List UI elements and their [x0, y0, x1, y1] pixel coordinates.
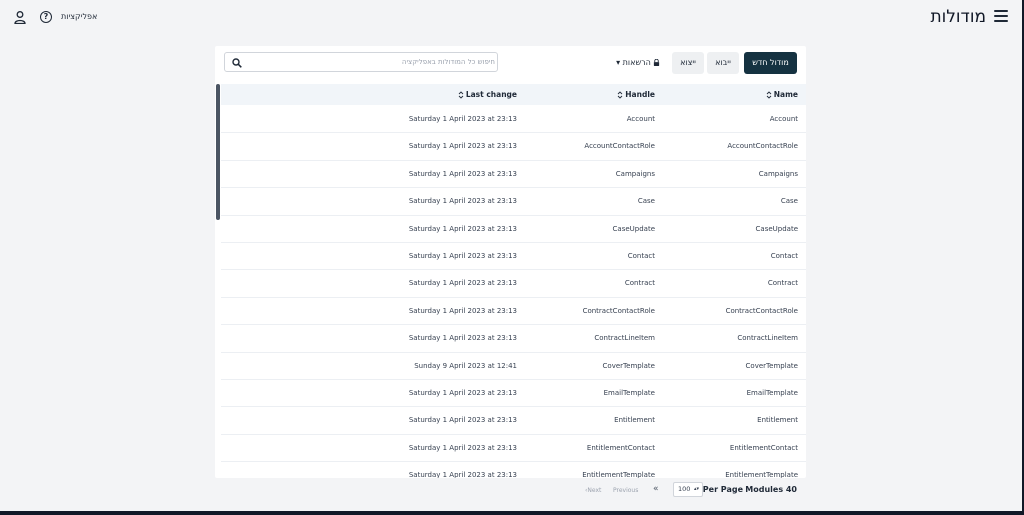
scrollbar-thumb[interactable]: [216, 84, 220, 220]
table-row[interactable]: CoverTemplate CoverTemplate Sunday 9 April…: [221, 353, 806, 380]
previous-page-button[interactable]: Previous: [613, 487, 638, 494]
cell-last-change: Saturday 1 April 2023 at 23:13: [408, 169, 517, 178]
cell-last-change: Saturday 1 April 2023 at 23:13: [408, 197, 517, 206]
table-row[interactable]: Contact Contact Saturday 1 April 2023 at 2…: [221, 243, 806, 271]
column-header-name[interactable]: Name: [766, 90, 798, 99]
cell-name: ContractLineItem: [737, 334, 798, 343]
page-title: מודולות: [930, 7, 986, 27]
cell-last-change: Saturday 1 April 2023 at 23:13: [408, 388, 517, 397]
next-page-button[interactable]: ‹Next: [585, 487, 601, 494]
cell-handle: EntitlementContact: [586, 443, 655, 452]
column-header-last-change[interactable]: Last change: [458, 90, 517, 99]
pagination-footer: Modules 40 Per Page 100 ▴▾ « Previous ‹N…: [215, 480, 806, 500]
cell-handle: ContractLineItem: [594, 334, 655, 343]
cell-handle: EntitlementTemplate: [582, 471, 655, 478]
cell-last-change: Saturday 1 April 2023 at 23:13: [408, 334, 517, 343]
cell-handle: Contact: [627, 251, 655, 260]
search-box[interactable]: [224, 52, 498, 72]
cell-last-change: Saturday 1 April 2023 at 23:13: [408, 443, 517, 452]
sort-icon: [458, 91, 464, 99]
cell-name: EntitlementTemplate: [725, 471, 798, 478]
import-button[interactable]: ייבוא: [707, 52, 739, 74]
select-caret-icon: ▴▾: [693, 486, 699, 492]
search-icon: [232, 58, 242, 68]
cell-handle: ContractContactRole: [582, 306, 655, 315]
cell-handle: Entitlement: [614, 416, 655, 425]
cell-last-change: Saturday 1 April 2023 at 23:13: [408, 251, 517, 260]
table-row[interactable]: Campaigns Campaigns Saturday 1 April 2023 …: [221, 161, 806, 189]
table-header: Name Handle Last change: [221, 84, 806, 105]
table-row[interactable]: AccountContactRole AccountContactRole Satu…: [221, 133, 806, 161]
cell-last-change: Saturday 1 April 2023 at 23:13: [408, 224, 517, 233]
cell-handle: Campaigns: [615, 169, 655, 178]
search-input[interactable]: [247, 54, 495, 70]
cell-last-change: Saturday 1 April 2023 at 23:13: [408, 471, 517, 478]
export-button[interactable]: ייצוא: [672, 52, 704, 74]
user-icon[interactable]: [14, 11, 26, 24]
table-body: Account Account Saturday 1 April 2023 at 2…: [221, 106, 806, 478]
column-header-last-change-label: Last change: [465, 90, 517, 99]
new-module-button[interactable]: מודול חדש: [744, 52, 797, 74]
per-page-value: 100: [678, 485, 691, 493]
cell-last-change: Saturday 1 April 2023 at 23:13: [408, 279, 517, 288]
table-row[interactable]: CaseUpdate CaseUpdate Saturday 1 April 202…: [221, 216, 806, 243]
cell-last-change: Saturday 1 April 2023 at 23:13: [408, 115, 517, 123]
cell-name: Entitlement: [757, 416, 798, 425]
table-row[interactable]: Case Case Saturday 1 April 2023 at 23:13: [221, 188, 806, 216]
sort-icon: [617, 91, 623, 99]
cell-name: CoverTemplate: [745, 361, 798, 370]
cell-handle: CoverTemplate: [602, 361, 655, 370]
cell-name: EntitlementContact: [729, 443, 798, 452]
cell-name: Account: [769, 115, 798, 123]
table-row[interactable]: EntitlementTemplate EntitlementTemplate Sa…: [221, 462, 806, 478]
table-row[interactable]: ContractLineItem ContractLineItem Saturday…: [221, 325, 806, 353]
cell-name: EmailTemplate: [746, 388, 798, 397]
cell-name: Campaigns: [758, 169, 798, 178]
cell-name: Contract: [767, 279, 798, 288]
column-header-name-label: Name: [773, 90, 798, 99]
cell-name: ContractContactRole: [725, 306, 798, 315]
cell-name: AccountContactRole: [727, 142, 798, 151]
table-row[interactable]: Account Account Saturday 1 April 2023 at 2…: [221, 106, 806, 134]
permissions-label: הרשאות ▾: [616, 58, 651, 67]
cell-handle: CaseUpdate: [612, 224, 655, 233]
toolbar: הרשאות ▾ ייצוא ייבוא מודול חדש: [215, 46, 806, 84]
hamburger-menu-icon[interactable]: [994, 10, 1008, 22]
question-circle-icon[interactable]: ?: [40, 11, 52, 23]
table-row[interactable]: EmailTemplate EmailTemplate Saturday 1 Apr…: [221, 380, 806, 408]
lock-icon: [653, 59, 659, 66]
first-page-button[interactable]: «: [653, 484, 659, 494]
table-row[interactable]: ContractContactRole ContractContactRole Sa…: [221, 298, 806, 326]
cell-handle: EmailTemplate: [603, 388, 655, 397]
cell-last-change: Sunday 9 April 2023 at 12:41: [414, 361, 517, 370]
per-page-label: Per Page: [702, 485, 743, 494]
permissions-button[interactable]: הרשאות ▾: [610, 52, 666, 74]
cell-last-change: Saturday 1 April 2023 at 23:13: [408, 142, 517, 151]
top-bar: מודולות ? אפליקציות: [0, 0, 1022, 36]
sort-icon: [766, 91, 772, 99]
table-row[interactable]: EntitlementContact EntitlementContact Satu…: [221, 435, 806, 463]
cell-handle: Contract: [624, 279, 655, 288]
table-row[interactable]: Entitlement Entitlement Saturday 1 April 2…: [221, 407, 806, 435]
cell-last-change: Saturday 1 April 2023 at 23:13: [408, 416, 517, 425]
cell-handle: AccountContactRole: [584, 142, 655, 151]
cell-name: Case: [780, 197, 798, 206]
cell-handle: Account: [626, 115, 655, 123]
cell-handle: Case: [637, 197, 655, 206]
modules-panel: הרשאות ▾ ייצוא ייבוא מודול חדש Name Hand…: [215, 46, 806, 478]
per-page-select[interactable]: 100 ▴▾: [673, 482, 703, 497]
column-header-handle-label: Handle: [625, 90, 655, 99]
cell-last-change: Saturday 1 April 2023 at 23:13: [408, 306, 517, 315]
modules-count: Modules 40: [745, 485, 797, 494]
cell-name: Contact: [770, 251, 798, 260]
column-header-handle[interactable]: Handle: [617, 90, 655, 99]
cell-name: CaseUpdate: [755, 224, 798, 233]
window-edge-bottom: [0, 511, 1024, 515]
table-row[interactable]: Contract Contract Saturday 1 April 2023 at…: [221, 270, 806, 298]
apps-link[interactable]: אפליקציות: [61, 12, 97, 21]
